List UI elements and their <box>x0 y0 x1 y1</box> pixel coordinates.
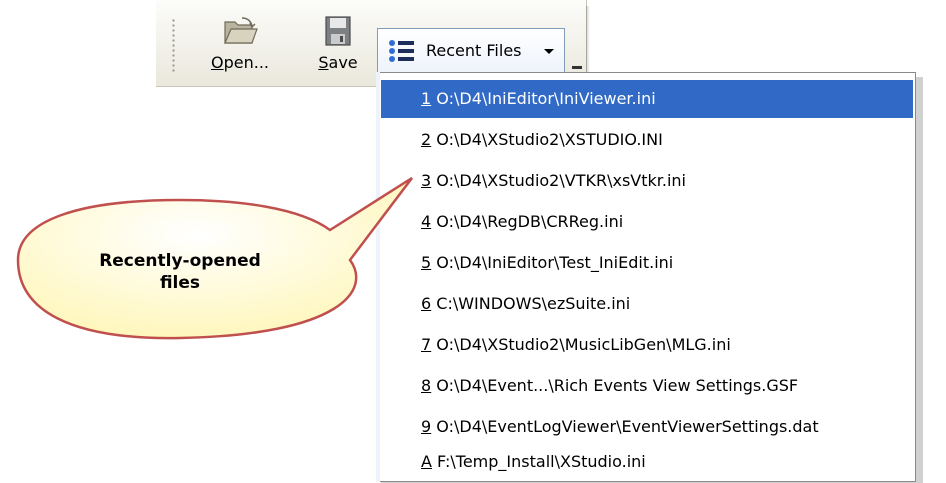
menu-item-recent-4[interactable]: 4 O:\D4\RegDB\CRReg.ini <box>381 203 913 241</box>
folder-open-icon <box>224 17 258 44</box>
menu-item-recent-1[interactable]: 1 O:\D4\IniEditor\IniViewer.ini <box>381 80 913 118</box>
toolbar-grip[interactable] <box>172 18 175 74</box>
recent-files-label: Recent Files <box>426 41 522 60</box>
open-button[interactable]: Open... <box>196 14 284 72</box>
toolbar-overflow-icon[interactable] <box>572 66 582 69</box>
save-label: Save <box>318 53 358 72</box>
menu-item-recent-5[interactable]: 5 O:\D4\IniEditor\Test_IniEdit.ini <box>381 244 913 282</box>
menu-item-recent-2[interactable]: 2 O:\D4\XStudio2\XSTUDIO.INI <box>381 121 913 159</box>
menu-item-recent-a[interactable]: A F:\Temp_Install\XStudio.ini <box>381 443 913 481</box>
menu-item-recent-8[interactable]: 8 O:\D4\Event...\Rich Events View Settin… <box>381 367 913 405</box>
save-button[interactable]: Save <box>310 14 366 72</box>
callout-line-1: Recently-opened <box>99 251 261 271</box>
menu-item-recent-7[interactable]: 7 O:\D4\XStudio2\MusicLibGen\MLG.ini <box>381 326 913 364</box>
menu-item-recent-6[interactable]: 6 C:\WINDOWS\ezSuite.ini <box>381 285 913 323</box>
open-label: Open... <box>211 53 269 72</box>
menu-item-recent-9[interactable]: 9 O:\D4\EventLogViewer\EventViewerSettin… <box>381 408 913 446</box>
callout-line-2: files <box>159 273 201 293</box>
callout-text: Recently-opened files <box>60 250 300 294</box>
floppy-disk-icon <box>325 16 351 46</box>
recent-files-button[interactable]: Recent Files <box>377 28 565 72</box>
list-icon <box>389 40 414 62</box>
chevron-down-icon <box>544 49 554 54</box>
menu-item-recent-3[interactable]: 3 O:\D4\XStudio2\VTKR\xsVtkr.ini <box>381 162 913 200</box>
